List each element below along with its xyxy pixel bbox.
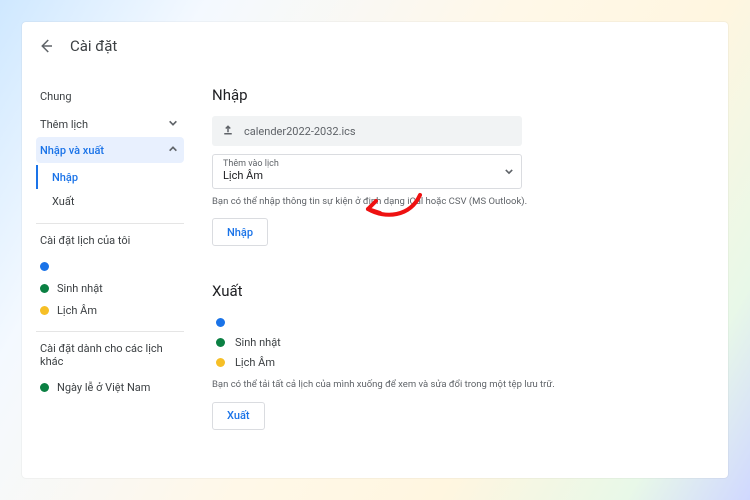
file-picker[interactable]: calender2022-2032.ics — [212, 116, 522, 146]
sidebar-heading-other-settings: Cài đặt dành cho các lịch khác — [40, 342, 180, 368]
upload-icon — [222, 124, 234, 139]
select-value: Lịch Âm — [223, 169, 511, 182]
header: Cài đặt — [22, 22, 728, 70]
list-item: Sinh nhật — [212, 332, 708, 352]
calendar-name: Lịch Âm — [235, 356, 275, 369]
section-title-import: Nhập — [212, 86, 708, 104]
select-floating-label: Thêm vào lịch — [223, 159, 511, 169]
color-dot-icon — [40, 284, 49, 293]
color-dot-icon — [216, 318, 225, 327]
section-title-export: Xuất — [212, 282, 708, 300]
sidebar-subitems: Nhập Xuất — [36, 165, 184, 213]
calendar-name: Lịch Âm — [57, 304, 97, 317]
add-to-calendar-select[interactable]: Thêm vào lịch Lịch Âm — [212, 154, 522, 189]
calendar-name: Sinh nhật — [57, 282, 103, 295]
settings-sidebar: Chung Thêm lịch Nhập và xuất Nhập Xuất C… — [22, 70, 192, 478]
page-title: Cài đặt — [70, 37, 117, 55]
color-dot-icon — [40, 383, 49, 392]
sidebar-item-label: Thêm lịch — [40, 118, 88, 131]
import-button[interactable]: Nhập — [212, 218, 268, 246]
file-name: calender2022-2032.ics — [244, 125, 356, 138]
list-item: Lịch Âm — [212, 352, 708, 372]
sidebar-subitem-import[interactable]: Nhập — [36, 165, 184, 189]
export-hint: Bạn có thể tải tất cả lịch của mình xuốn… — [212, 378, 572, 391]
export-calendar-list: Sinh nhật Lịch Âm — [212, 312, 708, 372]
list-item — [212, 312, 708, 332]
sidebar-subitem-export[interactable]: Xuất — [36, 189, 184, 213]
back-arrow-icon[interactable] — [36, 36, 56, 56]
sidebar-calendar-item[interactable]: Ngày lễ ở Việt Nam — [36, 376, 184, 398]
import-hint: Bạn có thể nhập thông tin sự kiện ở định… — [212, 195, 572, 208]
settings-window: Cài đặt Chung Thêm lịch Nhập và xuất Nhậ… — [22, 22, 728, 478]
sidebar-item-general[interactable]: Chung — [40, 90, 180, 103]
sidebar-item-label: Nhập và xuất — [40, 144, 104, 157]
color-dot-icon — [216, 358, 225, 367]
chevron-up-icon — [168, 144, 178, 157]
sidebar-heading-my-settings: Cài đặt lịch của tôi — [40, 234, 180, 247]
color-dot-icon — [40, 306, 49, 315]
caret-down-icon — [505, 165, 513, 178]
color-dot-icon — [216, 338, 225, 347]
color-dot-icon — [40, 262, 49, 271]
separator — [36, 223, 184, 224]
separator — [36, 331, 184, 332]
sidebar-item-add-calendar[interactable]: Thêm lịch — [36, 111, 184, 137]
calendar-name: Sinh nhật — [235, 336, 281, 349]
sidebar-calendar-item[interactable]: Lịch Âm — [36, 299, 184, 321]
chevron-down-icon — [168, 118, 178, 131]
sidebar-calendar-item[interactable] — [36, 255, 184, 277]
sidebar-item-import-export[interactable]: Nhập và xuất — [36, 137, 184, 163]
main-content: Nhập calender2022-2032.ics Thêm vào lịch… — [192, 70, 728, 478]
export-button[interactable]: Xuất — [212, 402, 265, 430]
sidebar-calendar-item[interactable]: Sinh nhật — [36, 277, 184, 299]
calendar-name: Ngày lễ ở Việt Nam — [57, 381, 150, 394]
